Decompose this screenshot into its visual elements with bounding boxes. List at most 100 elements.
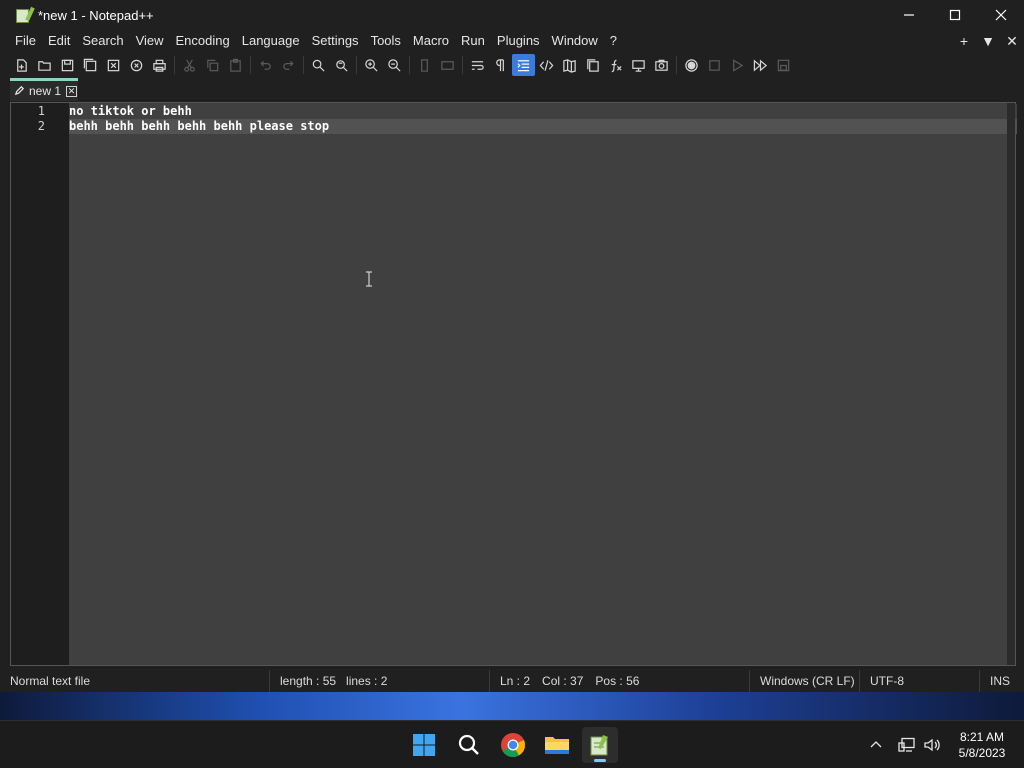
taskbar-search-button[interactable]	[451, 727, 487, 763]
taskbar-file-explorer-button[interactable]	[539, 727, 575, 763]
chrome-icon	[501, 733, 526, 758]
editor-area[interactable]: 1 2 no tiktok or behh behh behh behh beh…	[10, 102, 1017, 666]
windows-start-icon	[413, 734, 435, 756]
status-insert-mode[interactable]: INS	[980, 670, 1024, 692]
notepadpp-app-icon[interactable]	[16, 6, 35, 23]
system-clock[interactable]: 8:21 AM 5/8/2023	[952, 729, 1012, 761]
tab-label: new 1	[29, 84, 62, 98]
close-file-button[interactable]	[102, 54, 125, 76]
status-length: length : 55	[280, 674, 337, 688]
editor-line-current[interactable]: behh behh behh behh behh please stop	[69, 119, 1017, 134]
zoom-in-button[interactable]	[360, 54, 383, 76]
menu-edit[interactable]: Edit	[42, 30, 76, 52]
toolbar-separator	[409, 56, 410, 74]
find-icon	[312, 59, 325, 72]
undo-button[interactable]	[254, 54, 277, 76]
file-explorer-icon	[545, 737, 569, 754]
status-bar: Normal text file length : 55 lines : 2 L…	[0, 670, 1024, 692]
status-encoding[interactable]: UTF-8	[860, 670, 980, 692]
macro-save-button[interactable]	[772, 54, 795, 76]
menu-view[interactable]: View	[130, 30, 170, 52]
document-list-button[interactable]	[581, 54, 604, 76]
toolbar-separator	[676, 56, 677, 74]
monitoring-button[interactable]	[650, 54, 673, 76]
menu-search[interactable]: Search	[76, 30, 129, 52]
sync-horizontal-button[interactable]	[436, 54, 459, 76]
maximize-button[interactable]	[932, 0, 978, 30]
search-icon	[458, 734, 479, 755]
new-tab-button[interactable]: +	[952, 33, 976, 49]
tab-list-button[interactable]: ▼	[976, 33, 1000, 49]
toolbar-separator	[303, 56, 304, 74]
document-map-button[interactable]	[558, 54, 581, 76]
language-xml-button[interactable]	[535, 54, 558, 76]
redo-icon	[283, 60, 294, 70]
paste-icon	[230, 58, 241, 72]
save-all-button[interactable]	[79, 54, 102, 76]
taskbar-notepadpp-button[interactable]	[582, 727, 618, 763]
close-button[interactable]	[978, 0, 1024, 30]
menu-help[interactable]: ?	[604, 30, 623, 52]
sync-vertical-button[interactable]	[413, 54, 436, 76]
paste-button[interactable]	[224, 54, 247, 76]
tab-new-1[interactable]: new 1 ✕	[10, 78, 78, 101]
volume-button[interactable]	[922, 735, 942, 755]
tab-close-icon[interactable]: ✕	[66, 85, 78, 97]
menu-plugins[interactable]: Plugins	[491, 30, 546, 52]
macro-record-button[interactable]	[680, 54, 703, 76]
menu-file[interactable]: File	[9, 30, 42, 52]
notepadpp-window: *new 1 - Notepad++ File Edit Search View…	[0, 0, 1024, 692]
save-all-icon	[83, 58, 97, 71]
zoom-out-icon	[388, 58, 401, 72]
toolbar-separator	[174, 56, 175, 74]
macro-play-button[interactable]	[726, 54, 749, 76]
function-list-button[interactable]	[604, 54, 627, 76]
menu-macro[interactable]: Macro	[407, 30, 455, 52]
menu-tools[interactable]: Tools	[365, 30, 407, 52]
menu-window[interactable]: Window	[546, 30, 604, 52]
redo-button[interactable]	[277, 54, 300, 76]
close-all-button[interactable]	[125, 54, 148, 76]
line-number-gutter	[11, 103, 69, 665]
replace-button[interactable]	[330, 54, 353, 76]
zoom-out-button[interactable]	[383, 54, 406, 76]
macro-run-multiple-button[interactable]	[749, 54, 772, 76]
clock-time: 8:21 AM	[959, 730, 1005, 744]
camera-icon	[655, 59, 668, 71]
cut-button[interactable]	[178, 54, 201, 76]
close-document-button[interactable]: ✕	[1000, 33, 1024, 50]
menu-settings[interactable]: Settings	[306, 30, 365, 52]
minimize-button[interactable]	[886, 0, 932, 30]
save-icon	[61, 59, 74, 71]
taskbar-chrome-button[interactable]	[495, 727, 531, 763]
documents-icon	[587, 58, 599, 72]
word-wrap-button[interactable]	[466, 54, 489, 76]
save-macro-icon	[777, 59, 790, 71]
menu-run[interactable]: Run	[455, 30, 491, 52]
status-eol[interactable]: Windows (CR LF)	[750, 670, 860, 692]
indent-guide-button[interactable]	[512, 54, 535, 76]
save-button[interactable]	[56, 54, 79, 76]
find-button[interactable]	[307, 54, 330, 76]
start-button[interactable]	[406, 727, 442, 763]
editor-line[interactable]: no tiktok or behh	[69, 104, 1017, 119]
show-all-characters-button[interactable]	[489, 54, 512, 76]
close-icon	[995, 9, 1007, 21]
folder-as-workspace-button[interactable]	[627, 54, 650, 76]
print-button[interactable]	[148, 54, 171, 76]
new-file-button[interactable]	[10, 54, 33, 76]
record-icon	[685, 58, 698, 72]
macro-stop-button[interactable]	[703, 54, 726, 76]
show-hidden-icons-button[interactable]	[866, 735, 886, 755]
network-button[interactable]	[897, 735, 917, 755]
sync-horizontal-icon	[441, 60, 454, 70]
desktop-wallpaper	[0, 690, 1024, 720]
menu-encoding[interactable]: Encoding	[170, 30, 236, 52]
toolbar-separator	[250, 56, 251, 74]
menu-language[interactable]: Language	[236, 30, 306, 52]
copy-button[interactable]	[201, 54, 224, 76]
status-length-lines: length : 55 lines : 2	[270, 670, 490, 692]
fast-forward-icon	[753, 59, 768, 71]
status-file-type: Normal text file	[0, 670, 270, 692]
open-file-button[interactable]	[33, 54, 56, 76]
